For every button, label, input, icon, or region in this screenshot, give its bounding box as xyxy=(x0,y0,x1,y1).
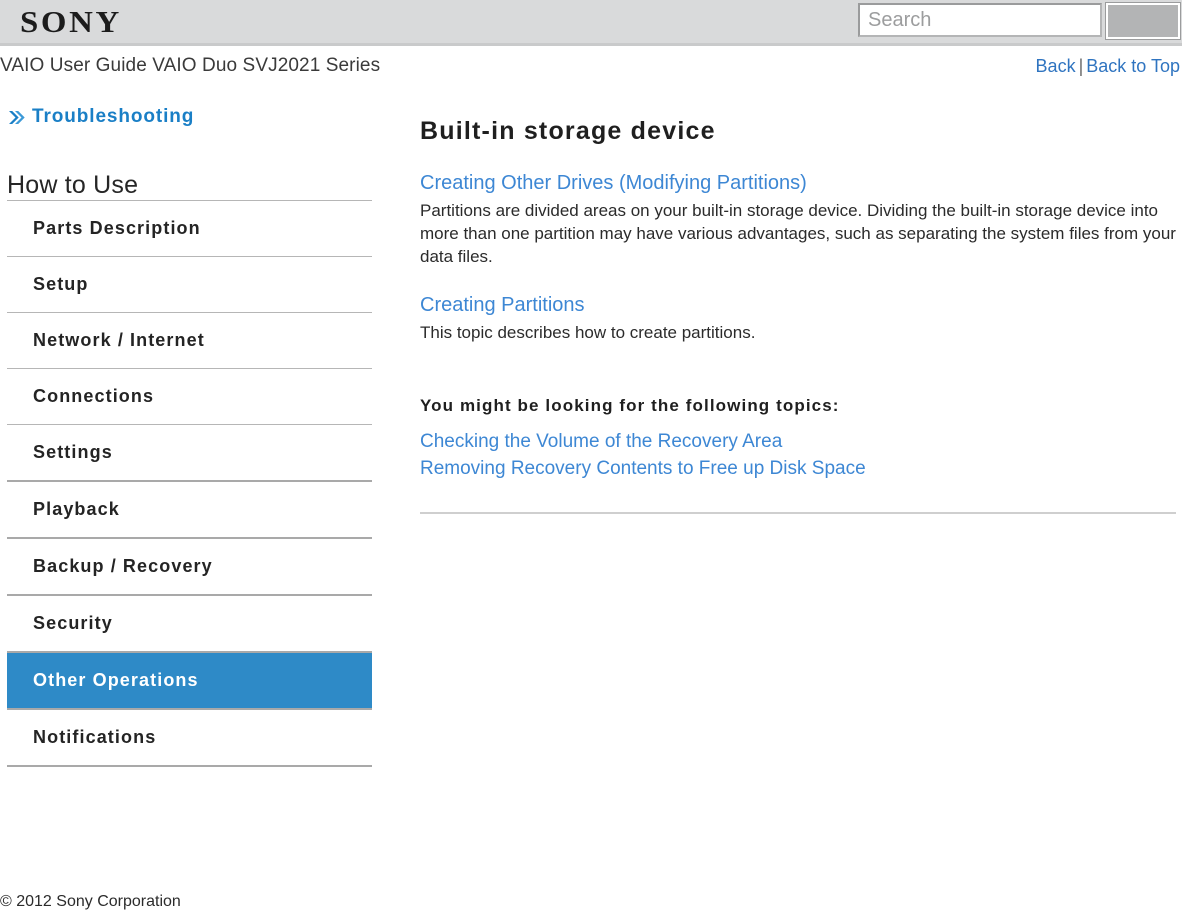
topic-description: This topic describes how to create parti… xyxy=(420,323,756,342)
main-content: Built-in storage device Creating Other D… xyxy=(420,88,1176,514)
sidebar-item-troubleshooting[interactable]: Troubleshooting xyxy=(8,106,380,128)
topic-description: Partitions are divided areas on your bui… xyxy=(420,201,1176,266)
topic-block: Creating Other Drives (Modifying Partiti… xyxy=(420,170,1176,268)
content-divider xyxy=(420,512,1176,514)
topic-link-creating-partitions[interactable]: Creating Partitions xyxy=(420,292,1176,318)
nav-separator: | xyxy=(1078,56,1084,76)
related-link-removing-recovery-contents[interactable]: Removing Recovery Contents to Free up Di… xyxy=(420,455,1176,482)
search-submit-button[interactable] xyxy=(1105,2,1181,40)
sidebar-item-setup[interactable]: Setup xyxy=(7,257,372,312)
sidebar-item-other-operations[interactable]: Other Operations xyxy=(7,653,372,708)
search-area xyxy=(858,2,1181,40)
sidebar-item-troubleshooting-label: Troubleshooting xyxy=(32,106,195,127)
sidebar-item-backup-recovery[interactable]: Backup / Recovery xyxy=(7,539,372,594)
topic-block: Creating Partitions This topic describes… xyxy=(420,292,1176,344)
header-nav-links: Back | Back to Top xyxy=(1036,56,1180,77)
guide-title-bar: VAIO User Guide VAIO Duo SVJ2021 Series … xyxy=(0,46,1182,88)
content-heading: Built-in storage device xyxy=(420,117,716,145)
sidebar-item-playback[interactable]: Playback xyxy=(7,482,372,537)
related-topics-heading: You might be looking for the following t… xyxy=(420,396,840,415)
back-link[interactable]: Back xyxy=(1036,56,1076,76)
related-link-checking-volume-recovery-area[interactable]: Checking the Volume of the Recovery Area xyxy=(420,428,1176,455)
sidebar-section-heading: How to Use xyxy=(7,171,139,199)
footer-copyright: © 2012 Sony Corporation xyxy=(0,893,181,910)
sidebar-item-parts-description[interactable]: Parts Description xyxy=(7,201,372,256)
sidebar-item-notifications[interactable]: Notifications xyxy=(7,710,372,765)
sidebar-item-connections[interactable]: Connections xyxy=(7,369,372,424)
sidebar: Troubleshooting How to Use Parts Descrip… xyxy=(0,88,380,767)
search-input[interactable] xyxy=(858,3,1102,37)
sidebar-item-settings[interactable]: Settings xyxy=(7,425,372,480)
sidebar-divider xyxy=(7,765,372,767)
related-topics-list: Checking the Volume of the Recovery Area… xyxy=(420,428,1176,482)
sidebar-item-network-internet[interactable]: Network / Internet xyxy=(7,313,372,368)
page-title: VAIO User Guide VAIO Duo SVJ2021 Series xyxy=(0,55,381,76)
double-chevron-right-icon xyxy=(8,109,25,126)
site-header: SONY xyxy=(0,0,1182,46)
topic-link-creating-other-drives[interactable]: Creating Other Drives (Modifying Partiti… xyxy=(420,170,1176,196)
sony-logo: SONY xyxy=(20,4,122,39)
page-body: Troubleshooting How to Use Parts Descrip… xyxy=(0,88,1182,878)
back-to-top-link[interactable]: Back to Top xyxy=(1086,56,1180,76)
sidebar-item-security[interactable]: Security xyxy=(7,596,372,651)
